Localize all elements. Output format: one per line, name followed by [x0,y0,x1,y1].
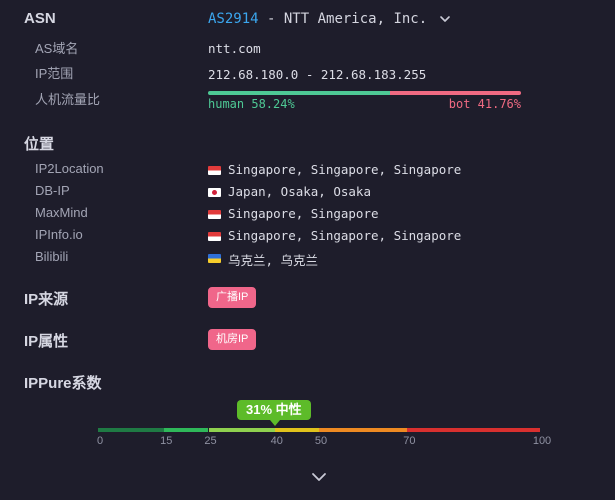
location-value: Japan, Osaka, Osaka [228,184,371,199]
asn-section-title: ASN [24,10,56,27]
flag-singapore-icon [208,210,221,219]
location-source-label: Bilibili [35,249,69,264]
location-value: Singapore, Singapore, Singapore [228,162,462,177]
location-value: Singapore, Singapore, Singapore [228,228,462,243]
location-value: 乌克兰, 乌克兰 [228,253,319,268]
ip-property-tag: 机房IP [208,329,257,350]
flag-ukraine-icon [208,254,221,263]
ippure-gauge-segment [274,428,319,432]
ip-source-tag: 广播IP [208,287,257,308]
ippure-section-title: IPPure系数 [24,375,102,392]
ip-range-value: 212.68.180.0 - 212.68.183.255 [208,67,427,82]
ippure-score-pointer [270,420,280,426]
ippure-gauge-segment [407,428,540,432]
ippure-gauge-tick-label: 50 [314,435,328,447]
location-source-label: IPInfo.io [35,227,83,242]
traffic-ratio-label: 人机流量比 [35,92,101,107]
ip-range-label: IP范围 [35,66,74,81]
expand-more-chevron-down-icon[interactable] [310,470,328,484]
ippure-gauge-tick-label: 40 [270,435,283,447]
ippure-gauge-segment [208,428,275,432]
traffic-human-fill [208,91,391,95]
flag-singapore-icon [208,166,221,175]
asn-number-link[interactable]: AS2914 [208,11,259,27]
traffic-human-text: human 58.24% [208,97,295,111]
asn-value[interactable]: AS2914 - NTT America, Inc. [208,11,427,27]
ippure-gauge-segment [319,428,408,432]
ippure-gauge-segment [164,428,209,432]
asn-name: NTT America, Inc. [283,11,428,27]
location-source-label: MaxMind [35,205,88,220]
as-domain-value: ntt.com [208,41,261,56]
flag-japan-icon [208,188,221,197]
ippure-gauge-segment [98,428,165,432]
ippure-score-badge: 31% 中性 [237,400,311,420]
chevron-down-icon[interactable] [438,12,452,26]
ippure-gauge-tick-label: 0 [96,435,104,447]
traffic-bot-fill [390,91,521,95]
flag-singapore-icon [208,232,221,241]
ippure-gauge-tick-label: 100 [532,435,552,447]
asn-separator: - [258,11,284,27]
location-source-label: DB-IP [35,183,70,198]
ip-property-section-title: IP属性 [24,333,69,350]
ippure-gauge-tick-label: 25 [204,435,217,447]
location-source-label: IP2Location [35,161,104,176]
as-domain-label: AS域名 [35,41,79,56]
traffic-ratio-bar [208,91,521,95]
ip-source-section-title: IP来源 [24,291,69,308]
location-value: Singapore, Singapore [228,206,379,221]
ippure-gauge-tick-label: 15 [160,435,173,447]
ippure-gauge-tick-label: 70 [403,435,416,447]
location-section-title: 位置 [24,136,55,153]
traffic-bot-text: bot 41.76% [448,97,521,111]
